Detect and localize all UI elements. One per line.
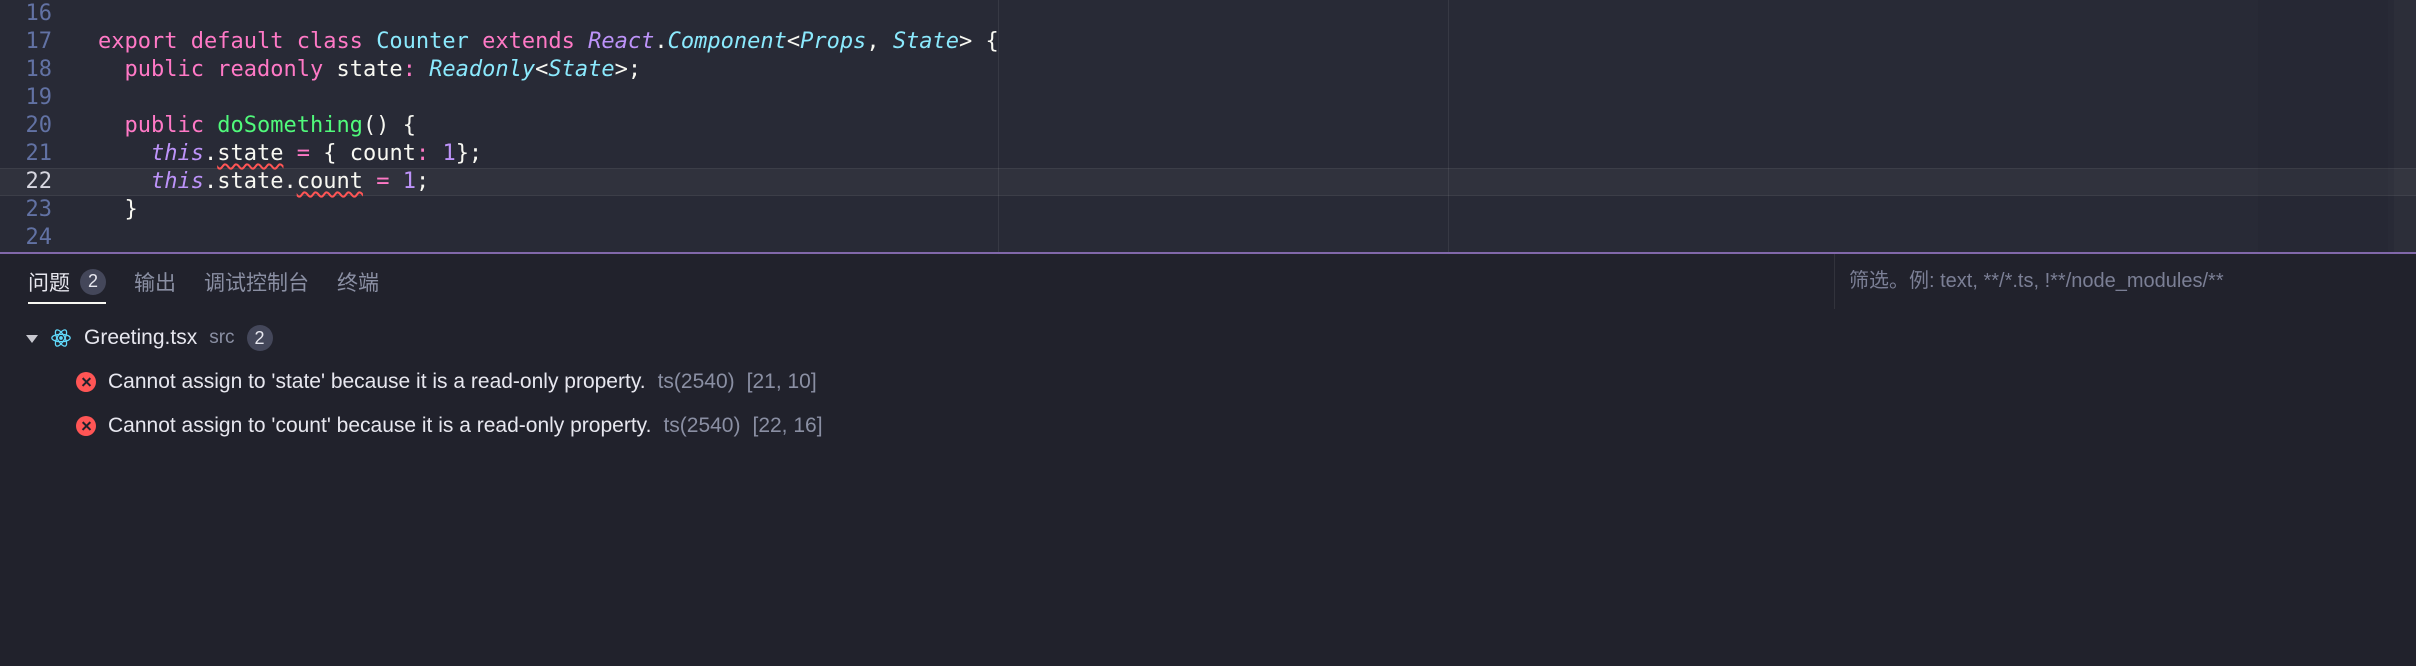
tab-output[interactable]: 输出 — [134, 254, 176, 310]
problems-panel: 问题 2 输出 调试控制台 终端 Gree — [0, 254, 2416, 666]
token-keyword: readonly — [217, 57, 323, 82]
token-punc: . — [654, 29, 667, 54]
line-number: 18 — [0, 56, 52, 84]
token-keyword: public — [125, 57, 204, 82]
token-punc: . — [204, 141, 217, 166]
line-number: 17 — [0, 28, 52, 56]
token-error[interactable]: state — [217, 141, 283, 166]
token-punc: } — [125, 197, 138, 222]
token-punc: }; — [456, 141, 483, 166]
token-punc: : — [416, 141, 429, 166]
token-number: 1 — [403, 169, 416, 194]
token-punc: ; — [416, 169, 429, 194]
token-punc: ; — [628, 57, 641, 82]
token-punc: { — [403, 113, 416, 138]
problem-item[interactable]: Cannot assign to 'state' because it is a… — [8, 360, 2408, 404]
file-problem-count-badge: 2 — [247, 325, 273, 351]
code-line[interactable]: this.state.count = 1; — [80, 168, 2416, 196]
error-icon — [76, 372, 96, 392]
code-line[interactable]: } — [80, 196, 2416, 224]
token-punc: < — [535, 57, 548, 82]
token-punc: > — [959, 29, 972, 54]
problems-file-folder: src — [209, 327, 234, 349]
tab-label: 终端 — [337, 267, 379, 297]
line-number: 20 — [0, 112, 52, 140]
code-editor[interactable]: 16 17 18 19 20 21 22 23 24 export defaul… — [0, 0, 2416, 252]
token-keyword: public — [125, 113, 204, 138]
line-number: 19 — [0, 84, 52, 112]
problems-count-badge: 2 — [80, 269, 106, 295]
tab-label: 问题 — [28, 267, 70, 297]
filter-input-wrap[interactable] — [1834, 254, 2394, 309]
token-punc: { — [323, 141, 336, 166]
tab-debug-console[interactable]: 调试控制台 — [204, 254, 309, 310]
token-this: this — [151, 141, 204, 166]
token-type: State — [893, 29, 959, 54]
token-function: doSomething — [217, 113, 363, 138]
token-keyword: default — [191, 29, 284, 54]
problems-list: Greeting.tsx src 2 Cannot assign to 'sta… — [0, 310, 2416, 448]
token-punc: () — [363, 113, 390, 138]
code-line[interactable]: export default class Counter extends Rea… — [80, 28, 2416, 56]
problem-item[interactable]: Cannot assign to 'count' because it is a… — [8, 404, 2408, 448]
token-punc: < — [787, 29, 800, 54]
token-punc: . — [283, 169, 296, 194]
token-type: Component — [668, 29, 787, 54]
token-type: State — [548, 57, 614, 82]
code-line[interactable]: this.state = { count: 1}; — [80, 140, 2416, 168]
problem-message: Cannot assign to 'state' because it is a… — [108, 370, 646, 394]
token-keyword: extends — [482, 29, 575, 54]
line-number: 23 — [0, 196, 52, 224]
code-line[interactable] — [80, 0, 2416, 28]
token-keyword: export — [98, 29, 177, 54]
token-punc: , — [866, 29, 879, 54]
tab-problems[interactable]: 问题 2 — [28, 254, 106, 310]
tab-label: 输出 — [134, 267, 176, 297]
token-operator: = — [376, 169, 389, 194]
minimap[interactable] — [2258, 0, 2388, 252]
token-class: Counter — [376, 29, 469, 54]
token-punc: : — [403, 57, 416, 82]
react-file-icon — [50, 327, 72, 349]
code-line[interactable] — [80, 224, 2416, 252]
error-icon — [76, 416, 96, 436]
problem-message: Cannot assign to 'count' because it is a… — [108, 414, 651, 438]
problem-location: [21, 10] — [747, 370, 817, 394]
problems-file-name: Greeting.tsx — [84, 326, 197, 350]
token-namespace: React — [588, 29, 654, 54]
problem-location: [22, 16] — [752, 414, 822, 438]
token-operator: = — [297, 141, 310, 166]
token-error[interactable]: count — [297, 169, 363, 194]
token-punc: . — [204, 169, 217, 194]
token-punc: { — [986, 29, 999, 54]
problems-filter-input[interactable] — [1849, 270, 2394, 293]
problem-code: ts(2540) — [658, 370, 735, 394]
code-content[interactable]: export default class Counter extends Rea… — [80, 0, 2416, 252]
token-keyword: class — [297, 29, 363, 54]
token-punc: > — [615, 57, 628, 82]
token-type: Props — [800, 29, 866, 54]
token-prop: count — [350, 141, 416, 166]
line-number-gutter: 16 17 18 19 20 21 22 23 24 — [0, 0, 80, 252]
panel-tabs: 问题 2 输出 调试控制台 终端 — [0, 254, 2416, 310]
vertical-scrollbar[interactable] — [2394, 0, 2416, 252]
chevron-down-icon — [26, 335, 38, 343]
code-line[interactable] — [80, 84, 2416, 112]
token-this: this — [151, 169, 204, 194]
code-line[interactable]: public doSomething() { — [80, 112, 2416, 140]
problems-file-row[interactable]: Greeting.tsx src 2 — [8, 316, 2408, 360]
token-number: 1 — [442, 141, 455, 166]
token-type: Readonly — [429, 57, 535, 82]
line-number: 22 — [0, 168, 52, 196]
token-prop: state — [336, 57, 402, 82]
code-line[interactable]: public readonly state: Readonly<State>; — [80, 56, 2416, 84]
tab-label: 调试控制台 — [204, 267, 309, 297]
line-number: 21 — [0, 140, 52, 168]
tab-terminal[interactable]: 终端 — [337, 254, 379, 310]
problem-code: ts(2540) — [663, 414, 740, 438]
token-prop: state — [217, 169, 283, 194]
line-number: 24 — [0, 224, 52, 252]
line-number: 16 — [0, 0, 52, 28]
